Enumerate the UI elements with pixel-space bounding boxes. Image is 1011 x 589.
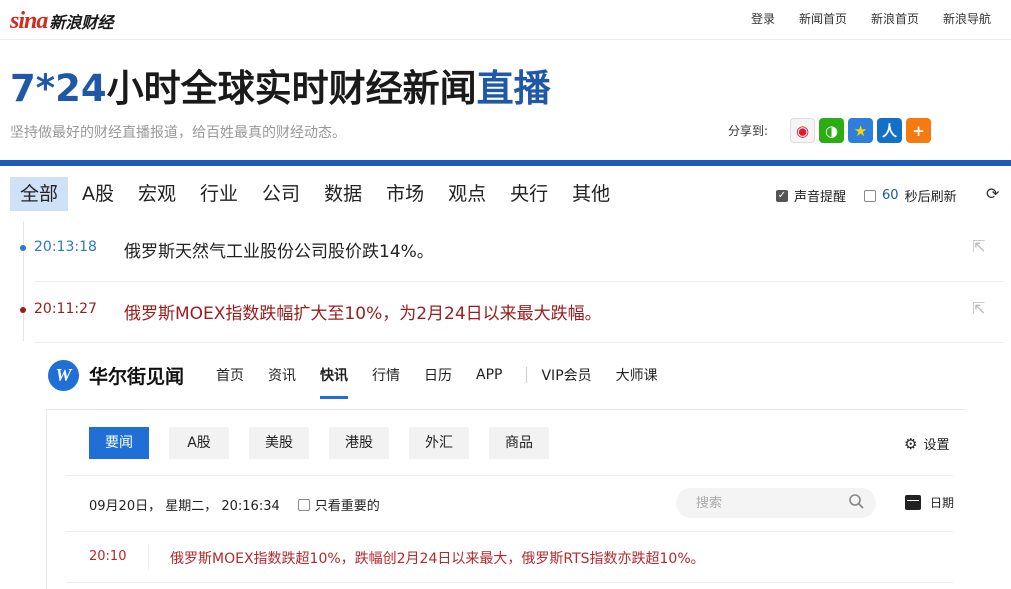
nav-calendar[interactable]: 日历 [424,359,452,391]
nav-vip[interactable]: VIP会员 [541,359,591,391]
current-datetime: 09月20日， 星期二， 20:16:34 [89,499,280,514]
tab-data[interactable]: 数据 [314,177,372,211]
category-tabs: 全部 A股 宏观 行业 公司 数据 市场 观点 央行 其他 [10,177,624,211]
tab-other[interactable]: 其他 [562,177,620,211]
tab-market[interactable]: 市场 [376,177,434,211]
tab-forex[interactable]: 外汇 [409,427,469,459]
sina-finance-logo[interactable]: sina 新浪财经 [10,8,113,34]
nav-app[interactable]: APP [476,361,502,389]
qzone-icon[interactable]: ★ [848,118,874,143]
tab-a-shares[interactable]: A股 [72,177,124,211]
news-time-divider [148,544,149,570]
settings-button[interactable]: ⚙ 设置 [904,434,950,454]
nav-live[interactable]: 快讯 [320,359,349,399]
feed-options: ✓ 声音提醒 60 秒后刷新 [776,186,957,205]
feed-divider [34,342,1004,343]
auto-refresh-checkbox[interactable] [864,189,877,202]
nav-home[interactable]: 首页 [216,359,244,391]
top-links: 登录 新闻首页 新浪首页 新浪导航 [727,10,991,27]
tab-us-stocks[interactable]: 美股 [249,427,309,459]
refresh-label: 秒后刷新 [904,190,957,205]
search-input[interactable] [676,488,876,518]
sound-alert-checkbox[interactable]: ✓ [776,189,788,202]
more-share-icon[interactable]: + [906,118,932,143]
share-label: 分享到: [728,124,769,138]
feed-item[interactable]: 20:11:27 俄罗斯MOEX指数跌幅扩大至10%，为2月24日以来最大跌幅。… [0,281,1011,341]
divider [66,475,953,476]
wscn-logo-icon[interactable]: W [48,359,79,391]
tab-headlines[interactable]: 要闻 [89,427,149,459]
wscn-nav: 首页 资讯 快讯 行情 日历 APP VIP会员 大师课 [216,359,682,399]
share-icon[interactable]: ⇱ [972,237,985,256]
sina-logo-mark: sina [10,8,48,34]
wscn-header: W 华尔街见闻 首页 资讯 快讯 行情 日历 APP VIP会员 大师课 [48,355,948,399]
wechat-icon[interactable]: ◑ [819,118,845,143]
tab-hk-stocks[interactable]: 港股 [329,427,389,459]
feed-item[interactable]: 20:13:18 俄罗斯天然气工业股份公司股价跌14%。 ⇱ [0,221,1011,281]
important-only-label: 只看重要的 [314,499,380,514]
title-part-1: 7*24 [10,67,107,110]
news-home-link[interactable]: 新闻首页 [799,10,847,27]
calendar-label: 日期 [930,496,955,510]
refresh-icon[interactable]: ⟳ [986,184,999,203]
sina-nav-link[interactable]: 新浪导航 [943,10,991,27]
login-link[interactable]: 登录 [751,10,775,27]
title-part-2: 小时全球实时财经新闻 [106,67,477,110]
page-title: 7*24小时全球实时财经新闻直播 [10,58,551,112]
header-divider [0,160,1011,166]
tab-macro[interactable]: 宏观 [128,177,186,211]
nav-masterclass[interactable]: 大师课 [616,359,658,391]
feed-text: 俄罗斯MOEX指数跌幅扩大至10%，为2月24日以来最大跌幅。 [124,304,602,324]
title-part-3: 直播 [476,67,551,110]
share-bar: 分享到: ◉ ◑ ★ 人 + [728,118,935,143]
feed-text: 俄罗斯天然气工业股份公司股价跌14%。 [124,242,434,262]
feed-time: 20:11:27 [34,301,97,317]
tab-company[interactable]: 公司 [252,177,310,211]
news-time: 20:10 [89,549,127,564]
weibo-icon[interactable]: ◉ [790,118,816,143]
share-icon[interactable]: ⇱ [972,299,985,318]
nav-divider [526,367,528,383]
tab-a-shares[interactable]: A股 [169,427,229,459]
divider [66,582,953,583]
page-subtitle: 坚持做最好的财经直播报道，给百姓最真的财经动态。 [10,125,346,141]
sina-home-link[interactable]: 新浪首页 [871,10,919,27]
divider [66,531,953,532]
news-text[interactable]: 俄罗斯MOEX指数跌超10%，跌幅创2月24日以来最大，俄罗斯RTS指数亦跌超1… [170,548,705,568]
gear-icon: ⚙ [904,434,918,453]
tab-commodities[interactable]: 商品 [489,427,549,459]
date-line: 09月20日， 星期二， 20:16:34 只看重要的 [89,495,380,514]
settings-label: 设置 [923,438,950,453]
tab-central-bank[interactable]: 央行 [500,177,558,211]
tab-all[interactable]: 全部 [10,177,69,211]
search-icon[interactable] [848,493,864,509]
sina-logo-text: 新浪财经 [49,13,114,32]
timeline-dot [20,307,26,313]
top-bar: sina 新浪财经 登录 新闻首页 新浪首页 新浪导航 [0,0,1011,40]
wscn-tabs: 要闻 A股 美股 港股 外汇 商品 [89,427,569,459]
timeline-dot [20,245,26,251]
important-only-checkbox[interactable] [297,498,310,511]
sound-alert-label: 声音提醒 [794,190,847,205]
tab-opinion[interactable]: 观点 [438,177,496,211]
calendar-icon [905,495,921,510]
tab-industry[interactable]: 行业 [190,177,248,211]
nav-markets[interactable]: 行情 [372,359,400,391]
wscn-site-name[interactable]: 华尔街见闻 [89,362,184,389]
date-picker-button[interactable]: 日期 [905,494,954,511]
renren-icon[interactable]: 人 [877,118,903,143]
refresh-seconds: 60 [882,188,899,203]
nav-news[interactable]: 资讯 [268,359,296,391]
feed-time: 20:13:18 [34,239,97,255]
